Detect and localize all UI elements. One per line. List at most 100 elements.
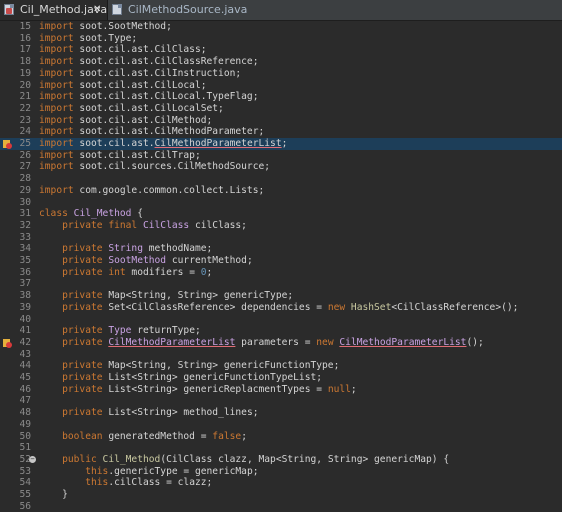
- code-line: 44 private Map<String, String> genericFu…: [0, 360, 562, 372]
- line-number: 47: [19, 395, 31, 407]
- line-number: 44: [19, 360, 31, 372]
- line-number: 22: [19, 102, 31, 114]
- code-editor[interactable]: 15 import soot.SootMethod; 16 import soot.…: [0, 21, 562, 512]
- line-number: 46: [19, 383, 31, 395]
- code-line: 15 import soot.SootMethod;: [0, 21, 562, 33]
- code-text: import soot.cil.ast.CilClass;: [39, 44, 207, 56]
- code-line: 50 boolean generatedMethod = false;: [0, 431, 562, 443]
- error-badge-icon: [6, 8, 12, 14]
- line-number: 27: [19, 161, 31, 173]
- line-number: 20: [19, 79, 31, 91]
- code-text: public Cil_Method(CilClass clazz, Map<St…: [62, 453, 450, 465]
- line-number: 37: [19, 278, 31, 290]
- code-line: 35 private SootMethod currentMethod;: [0, 255, 562, 267]
- code-line-selected: 25 import soot.cil.ast.CilMethodParameter…: [0, 138, 562, 150]
- code-line: 31 class Cil_Method {: [0, 208, 562, 220]
- line-number: 30: [19, 196, 31, 208]
- code-line: 34 private String methodName;: [0, 243, 562, 255]
- line-number: 51: [19, 442, 31, 454]
- line-number: 33: [19, 231, 31, 243]
- code-text: private String methodName;: [62, 243, 213, 255]
- line-number: 56: [19, 500, 31, 512]
- line-number: 35: [19, 255, 31, 266]
- code-line: 36 private int modifiers = 0;: [0, 267, 562, 279]
- close-tab-icon[interactable]: ✕: [93, 0, 101, 20]
- line-number: 42: [19, 336, 31, 348]
- code-line: 45 private List<String> genericFunctionT…: [0, 372, 562, 384]
- code-text: boolean generatedMethod = false;: [62, 430, 247, 442]
- line-number: 32: [19, 219, 31, 231]
- tab-cilmethodsource-java[interactable]: CilMethodSource.java: [108, 0, 268, 20]
- code-line: 46 private List<String> genericReplacmen…: [0, 384, 562, 396]
- line-number: 41: [19, 325, 31, 337]
- line-number: 38: [19, 290, 31, 302]
- code-line: 48 private List<String> method_lines;: [0, 407, 562, 419]
- code-line: 23 import soot.cil.ast.CilMethod;: [0, 115, 562, 127]
- code-line: 26 import soot.cil.ast.CilTrap;: [0, 150, 562, 162]
- tab-cil-method-java[interactable]: Cil_Method.java ✕: [0, 0, 108, 20]
- line-number: 24: [19, 126, 31, 138]
- line-number: 54: [19, 477, 31, 489]
- code-line: 51: [0, 442, 562, 454]
- code-text: private List<String> genericReplacmentTy…: [62, 383, 357, 395]
- line-number: 17: [19, 44, 31, 56]
- line-number: 16: [19, 32, 31, 44]
- code-line: 22 import soot.cil.ast.CilLocalSet;: [0, 103, 562, 115]
- code-line: 49: [0, 419, 562, 431]
- code-line: 17 import soot.cil.ast.CilClass;: [0, 44, 562, 56]
- code-line: 41 private Type returnType;: [0, 325, 562, 337]
- line-number: 28: [19, 173, 31, 185]
- code-text: import soot.cil.ast.CilMethodParameterLi…: [39, 138, 288, 149]
- code-text: private Set<CilClassReference> dependenc…: [62, 301, 519, 313]
- line-number: 53: [19, 465, 31, 477]
- code-line: 28: [0, 173, 562, 185]
- code-line: 21 import soot.cil.ast.CilLocal.TypeFlag;: [0, 91, 562, 103]
- code-text: import soot.cil.ast.CilLocalSet;: [39, 102, 224, 114]
- editor-tab-bar: Cil_Method.java ✕ CilMethodSource.java: [0, 0, 562, 21]
- line-number: 45: [19, 372, 31, 383]
- code-text: private int modifiers = 0;: [62, 266, 213, 278]
- line-number: 34: [19, 243, 31, 255]
- code-text: private List<String> method_lines;: [62, 407, 259, 419]
- line-number: 18: [19, 56, 31, 68]
- line-number: 23: [19, 114, 31, 126]
- code-line: 56: [0, 501, 562, 512]
- code-text: private Map<String, String> genericFunct…: [62, 360, 340, 372]
- code-text: import soot.cil.ast.CilLocal;: [39, 79, 207, 91]
- code-line: 42 private CilMethodParameterList parame…: [0, 337, 562, 349]
- line-number: 21: [19, 91, 31, 103]
- code-line: 53 this.genericType = genericMap;: [0, 466, 562, 478]
- code-line: 16 import soot.Type;: [0, 33, 562, 45]
- line-number: 50: [19, 430, 31, 442]
- line-number: 39: [19, 301, 31, 313]
- line-number: 19: [19, 67, 31, 79]
- code-text: private final CilClass cilClass;: [62, 219, 247, 231]
- code-text: private Type returnType;: [62, 325, 201, 337]
- line-number: 49: [19, 418, 31, 430]
- code-text: private SootMethod currentMethod;: [62, 255, 253, 266]
- line-number: 26: [19, 149, 31, 161]
- line-number: 43: [19, 348, 31, 360]
- code-line: 18 import soot.cil.ast.CilClassReference;: [0, 56, 562, 68]
- code-line: 30: [0, 197, 562, 209]
- java-file-icon: [112, 4, 122, 15]
- code-line: 43: [0, 349, 562, 361]
- code-line: 19 import soot.cil.ast.CilInstruction;: [0, 68, 562, 80]
- line-number: 25: [19, 138, 31, 149]
- code-text: this.genericType = genericMap;: [85, 465, 259, 477]
- line-number: 55: [19, 489, 31, 500]
- line-number: 40: [19, 313, 31, 325]
- code-line: 47: [0, 395, 562, 407]
- code-text: import soot.cil.sources.CilMethodSource;: [39, 161, 271, 173]
- code-line: 54 this.cilClass = clazz;: [0, 477, 562, 489]
- code-text: import soot.cil.ast.CilMethodParameter;: [39, 126, 265, 138]
- code-text: import soot.cil.ast.CilClassReference;: [39, 56, 259, 68]
- code-line: −52 public Cil_Method(CilClass clazz, Ma…: [0, 454, 562, 466]
- code-line: 29 import com.google.common.collect.Lists…: [0, 185, 562, 197]
- code-text: import soot.cil.ast.CilTrap;: [39, 149, 201, 161]
- line-number: 52: [19, 453, 31, 465]
- code-line: 55 }: [0, 489, 562, 501]
- code-line: 38 private Map<String, String> genericTy…: [0, 290, 562, 302]
- code-line: 33: [0, 232, 562, 244]
- tab-label: CilMethodSource.java: [128, 3, 248, 16]
